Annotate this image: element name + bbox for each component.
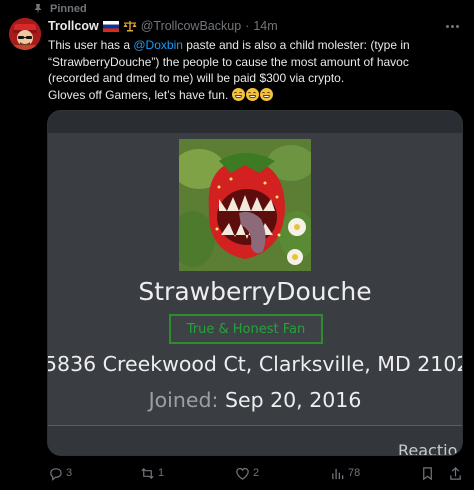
repost-button[interactable]: 1 bbox=[140, 464, 164, 482]
attached-image[interactable]: StrawberryDouche True & Honest Fan 5836 … bbox=[47, 110, 463, 456]
reply-icon bbox=[50, 467, 62, 481]
joined-date: Joined: Sep 20, 2016 bbox=[48, 388, 462, 412]
tweet-text: This user has a @Doxbin paste and is als… bbox=[48, 37, 462, 103]
tweet-line-3: (recorded and dmed to me) will be paid $… bbox=[48, 71, 345, 85]
tweet-actions: 3 1 2 78 bbox=[48, 464, 466, 482]
pinned-indicator: Pinned bbox=[32, 2, 87, 16]
tweet-line-4: Gloves off Gamers, let’s have fun. bbox=[48, 87, 462, 104]
views-button[interactable]: 78 bbox=[330, 464, 360, 482]
like-count: 2 bbox=[253, 467, 260, 479]
separator-dot: · bbox=[245, 19, 250, 33]
joined-value: Sep 20, 2016 bbox=[224, 388, 362, 412]
tweet-header: Trollcow @TrollcowBackup · 14m bbox=[48, 18, 278, 34]
reactions-label: Reactio bbox=[398, 441, 458, 456]
user-title-badge: True & Honest Fan bbox=[169, 314, 323, 344]
grinning-face-emoji bbox=[259, 87, 273, 101]
reply-count: 3 bbox=[66, 467, 73, 479]
analytics-icon bbox=[332, 468, 344, 479]
repost-icon bbox=[141, 467, 154, 479]
avatar[interactable] bbox=[9, 18, 41, 50]
address-text: 5836 Creekwood Ct, Clarksville, MD 21029 bbox=[47, 352, 463, 376]
pinned-label: Pinned bbox=[50, 3, 87, 15]
joined-label: Joined: bbox=[148, 388, 219, 412]
more-options-icon[interactable] bbox=[446, 19, 462, 33]
share-button[interactable] bbox=[448, 464, 463, 482]
strawberry-monster-image bbox=[179, 139, 311, 271]
grinning-face-emoji bbox=[231, 87, 245, 101]
mention-link[interactable]: @Doxbin bbox=[133, 38, 183, 52]
share-icon bbox=[450, 466, 461, 480]
avatar-image bbox=[9, 18, 41, 50]
timestamp[interactable]: 14m bbox=[253, 19, 277, 33]
tweet-line-1: This user has a @Doxbin paste and is als… bbox=[48, 38, 410, 52]
grinning-face-emoji bbox=[245, 87, 259, 101]
display-name[interactable]: Trollcow bbox=[48, 19, 99, 33]
balance-scale-icon bbox=[123, 21, 137, 32]
like-button[interactable]: 2 bbox=[235, 464, 259, 482]
tweet-line-2: “StrawberryDouche”) the people to cause … bbox=[48, 54, 409, 69]
pin-icon bbox=[34, 4, 42, 14]
bookmark-button[interactable] bbox=[420, 464, 435, 482]
heart-icon bbox=[236, 467, 249, 480]
screenshot-top-bar bbox=[48, 111, 462, 133]
handle[interactable]: @TrollcowBackup bbox=[141, 19, 241, 33]
repost-count: 1 bbox=[158, 467, 165, 479]
russia-flag-icon bbox=[102, 20, 119, 32]
bookmark-icon bbox=[423, 466, 432, 480]
tweet[interactable]: Pinned Trollcow @TrollcowBackup · 14m Th… bbox=[0, 0, 474, 490]
reply-button[interactable]: 3 bbox=[48, 464, 72, 482]
view-count: 78 bbox=[348, 467, 361, 479]
profile-username: StrawberryDouche bbox=[138, 277, 372, 306]
